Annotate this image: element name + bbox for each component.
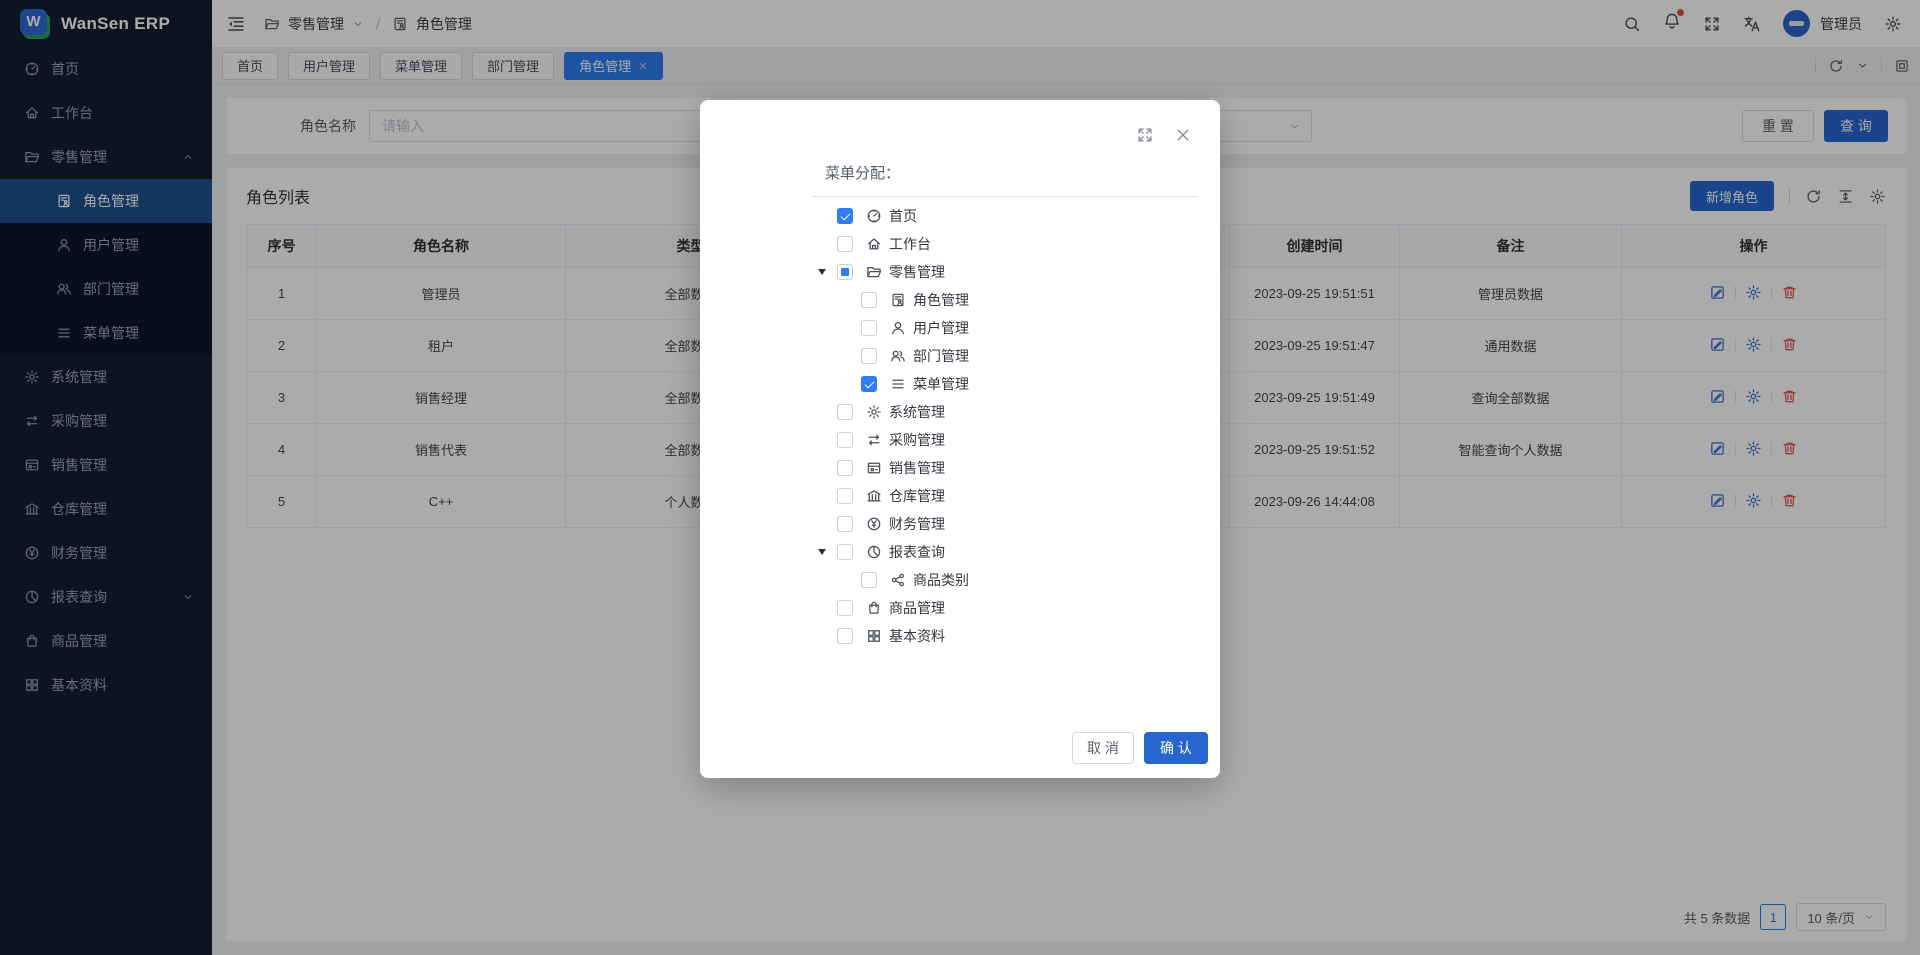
tree-checkbox-unchecked[interactable] [837,516,853,532]
tree-node-label: 基本资料 [889,626,945,646]
dialog-title: 菜单分配： [825,162,1220,183]
menu-tree: 首页工作台零售管理角色管理用户管理部门管理菜单管理系统管理采购管理销售管理仓库管… [700,202,1220,650]
tree-checkbox-unchecked[interactable] [837,628,853,644]
dialog-close-icon[interactable] [1174,126,1192,144]
tree-node-user[interactable]: 用户管理 [700,314,1220,342]
tree-checkbox-unchecked[interactable] [837,236,853,252]
tree-node-label: 零售管理 [889,262,945,282]
caret-slot [818,269,837,275]
menu-icon [890,376,906,392]
tree-checkbox-checked[interactable] [837,208,853,224]
tree-checkbox-unchecked[interactable] [861,572,877,588]
caret-down-icon[interactable] [818,549,826,555]
swap-icon [866,432,882,448]
tree-checkbox-unchecked[interactable] [837,600,853,616]
caret-down-icon[interactable] [818,269,826,275]
tree-checkbox-unchecked[interactable] [837,432,853,448]
tree-node-label: 菜单管理 [913,374,969,394]
divider [812,196,1198,197]
tree-node-label: 部门管理 [913,346,969,366]
tree-node-home[interactable]: 工作台 [700,230,1220,258]
tree-node-dashboard[interactable]: 首页 [700,202,1220,230]
confirm-button[interactable]: 确 认 [1144,732,1208,764]
tree-node-swap[interactable]: 采购管理 [700,426,1220,454]
share-icon [890,572,906,588]
tree-node-basic[interactable]: 基本资料 [700,622,1220,650]
gear-icon [866,404,882,420]
dialog-footer: 取 消 确 认 [1072,732,1208,764]
tree-node-share[interactable]: 商品类别 [700,566,1220,594]
home-icon [866,236,882,252]
tree-node-label: 采购管理 [889,430,945,450]
dialog-fullscreen-icon[interactable] [1136,126,1154,144]
dialog-tools [1136,126,1192,144]
tree-node-team[interactable]: 部门管理 [700,342,1220,370]
tree-checkbox-unchecked[interactable] [837,544,853,560]
menu-assign-dialog: 菜单分配： 首页工作台零售管理角色管理用户管理部门管理菜单管理系统管理采购管理销… [700,100,1220,778]
tree-node-menu[interactable]: 菜单管理 [700,370,1220,398]
tree-checkbox-unchecked[interactable] [861,292,877,308]
tree-checkbox-unchecked[interactable] [861,320,877,336]
role-icon [890,292,906,308]
tree-node-label: 工作台 [889,234,931,254]
sales-icon [866,460,882,476]
report-icon [866,544,882,560]
tree-checkbox-unchecked[interactable] [837,404,853,420]
cancel-button[interactable]: 取 消 [1072,732,1134,764]
tree-node-goods[interactable]: 商品管理 [700,594,1220,622]
dashboard-icon [866,208,882,224]
tree-node-label: 销售管理 [889,458,945,478]
tree-node-label: 财务管理 [889,514,945,534]
tree-node-folder-open[interactable]: 零售管理 [700,258,1220,286]
tree-node-finance[interactable]: 财务管理 [700,510,1220,538]
goods-icon [866,600,882,616]
tree-node-label: 商品管理 [889,598,945,618]
tree-node-warehouse[interactable]: 仓库管理 [700,482,1220,510]
tree-checkbox-checked[interactable] [861,376,877,392]
team-icon [890,348,906,364]
caret-slot [818,549,837,555]
tree-node-role[interactable]: 角色管理 [700,286,1220,314]
tree-node-label: 商品类别 [913,570,969,590]
basic-icon [866,628,882,644]
tree-node-sales[interactable]: 销售管理 [700,454,1220,482]
tree-node-label: 首页 [889,206,917,226]
tree-node-label: 用户管理 [913,318,969,338]
tree-node-label: 仓库管理 [889,486,945,506]
tree-node-label: 角色管理 [913,290,969,310]
warehouse-icon [866,488,882,504]
user-icon [890,320,906,336]
finance-icon [866,516,882,532]
tree-node-report[interactable]: 报表查询 [700,538,1220,566]
tree-node-gear[interactable]: 系统管理 [700,398,1220,426]
folder-open-icon [866,264,882,280]
tree-checkbox-unchecked[interactable] [861,348,877,364]
tree-checkbox-unchecked[interactable] [837,488,853,504]
tree-checkbox-indeterminate[interactable] [837,264,853,280]
tree-node-label: 报表查询 [889,542,945,562]
tree-node-label: 系统管理 [889,402,945,422]
tree-checkbox-unchecked[interactable] [837,460,853,476]
